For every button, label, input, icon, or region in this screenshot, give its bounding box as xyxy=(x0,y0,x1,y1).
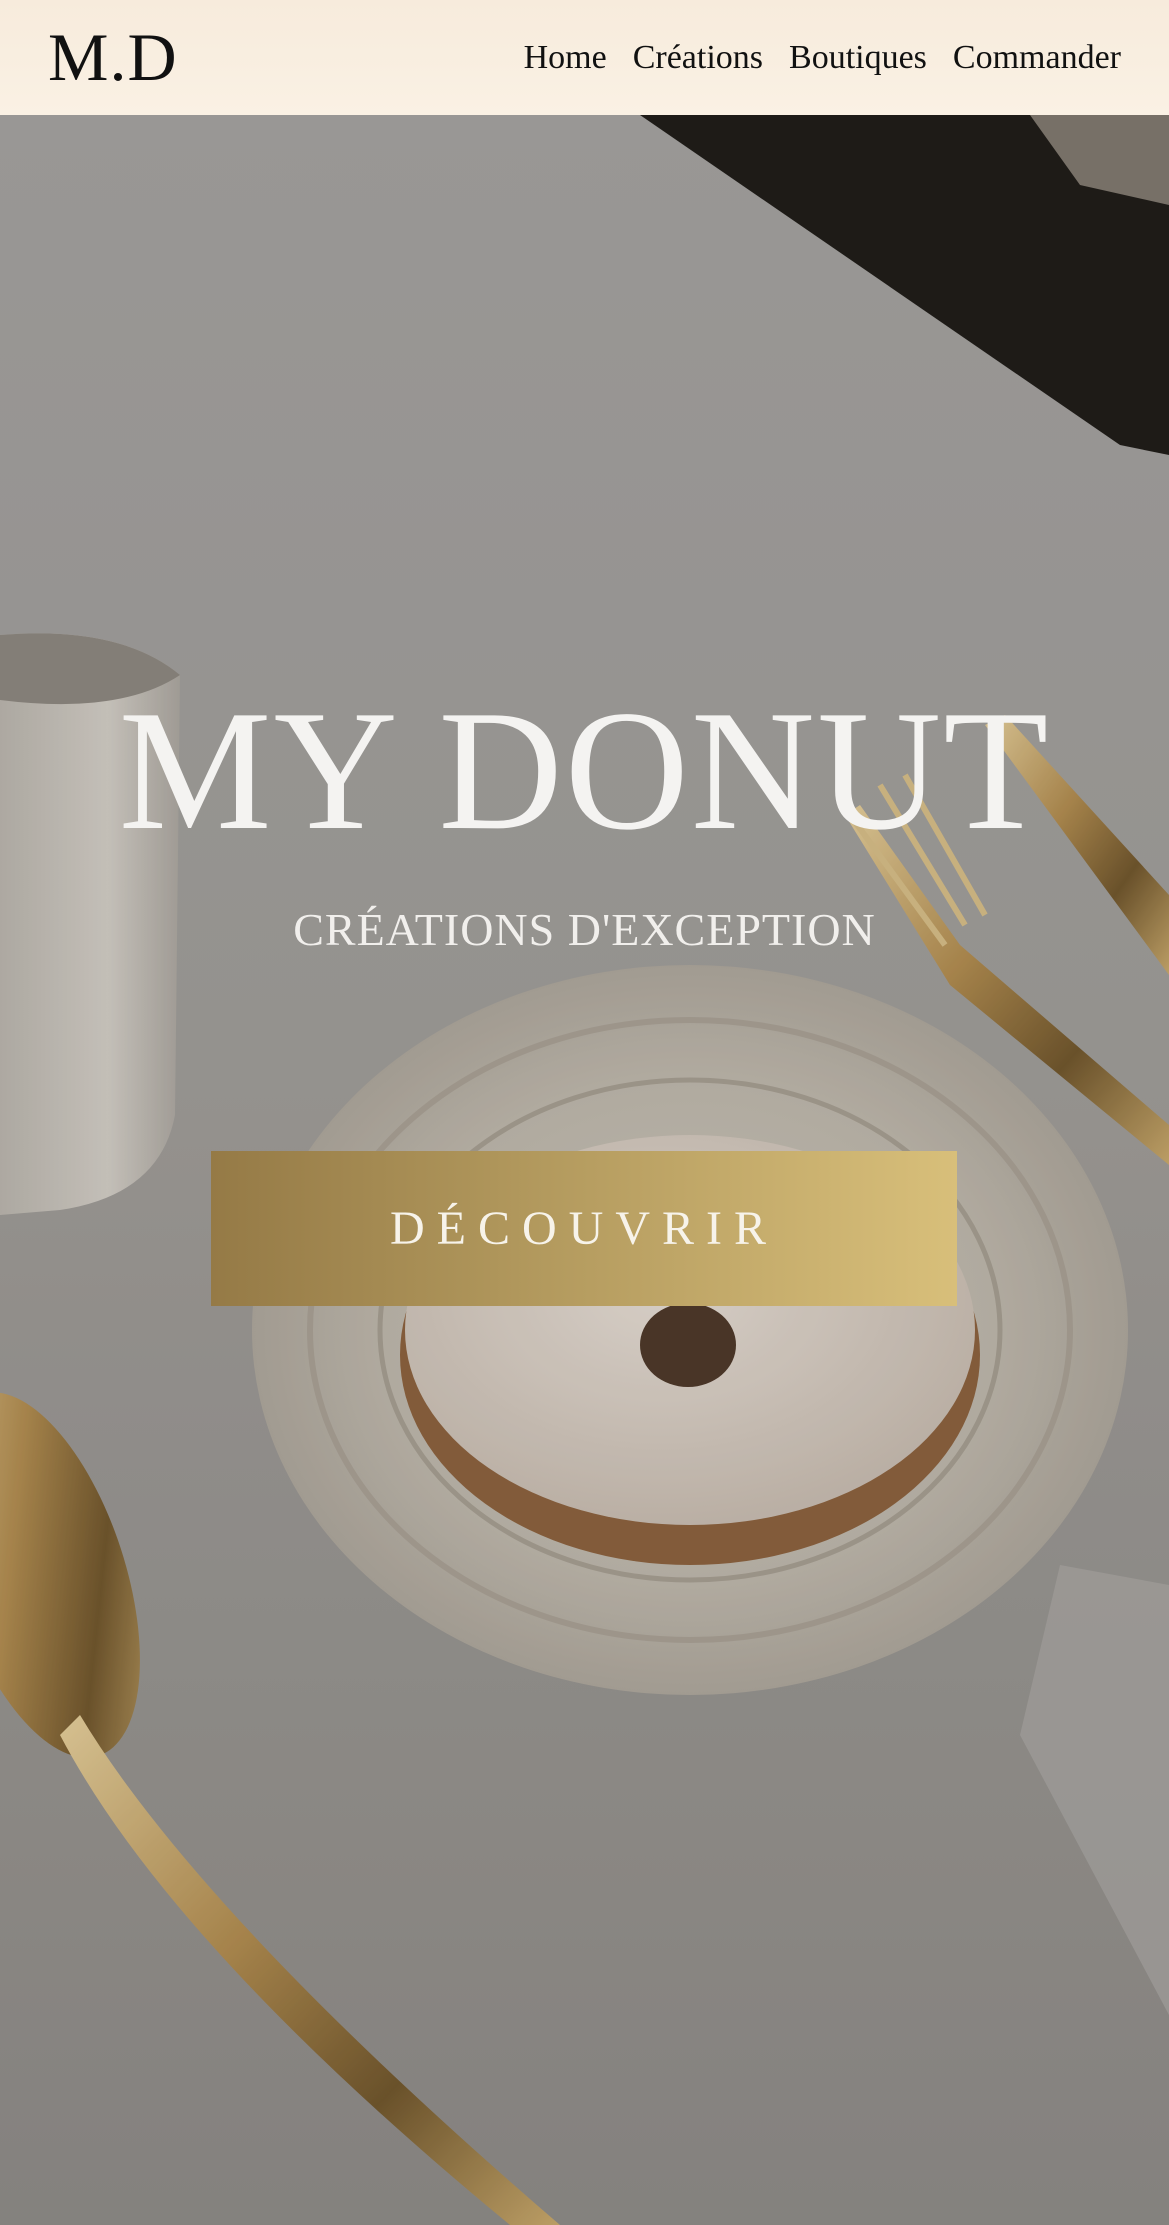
nav-link-commander[interactable]: Commander xyxy=(953,39,1121,77)
brand-logo[interactable]: M.D xyxy=(48,18,178,97)
site-header: M.D Home Créations Boutiques Commander xyxy=(0,0,1169,115)
discover-button[interactable]: DÉCOUVRIR xyxy=(211,1151,957,1306)
hero-subtitle: CRÉATIONS D'EXCEPTION xyxy=(293,904,876,955)
hero-section: MY DONUT CRÉATIONS D'EXCEPTION DÉCOUVRIR xyxy=(0,115,1169,2225)
nav-link-creations[interactable]: Créations xyxy=(633,39,763,77)
hero-title: MY DONUT xyxy=(118,676,1051,866)
main-nav: Home Créations Boutiques Commander xyxy=(524,39,1121,77)
nav-link-boutiques[interactable]: Boutiques xyxy=(789,39,927,77)
nav-link-home[interactable]: Home xyxy=(524,39,607,77)
